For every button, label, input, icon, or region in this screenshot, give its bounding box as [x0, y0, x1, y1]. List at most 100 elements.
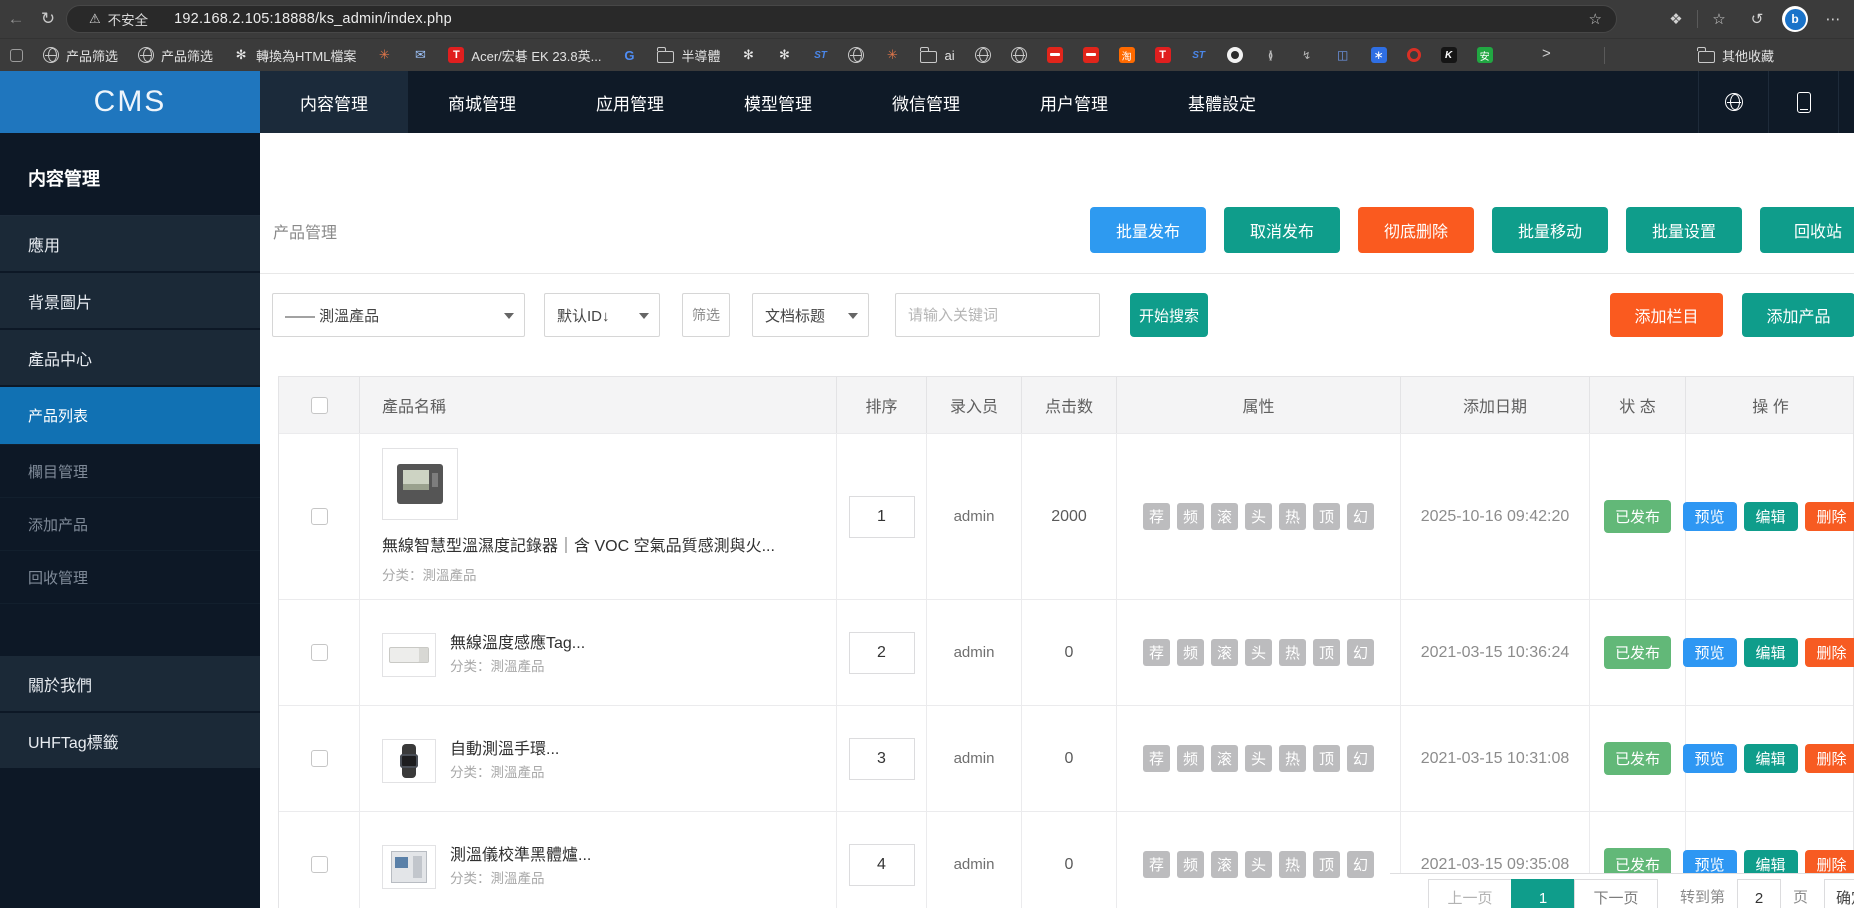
attr-badge[interactable]: 热	[1279, 639, 1306, 666]
edit-button[interactable]: 编辑	[1744, 744, 1798, 773]
product-thumbnail[interactable]	[382, 739, 436, 783]
bookmark-item[interactable]: ✉	[402, 39, 438, 71]
other-bookmarks-folder[interactable]: 其他收藏	[1688, 39, 1784, 72]
bookmark-item[interactable]	[1073, 39, 1109, 71]
attr-badge[interactable]: 顶	[1313, 503, 1340, 530]
sort-input[interactable]	[849, 844, 915, 886]
bookmark-item[interactable]: ✳	[874, 39, 910, 71]
attr-badge[interactable]: 滚	[1211, 851, 1238, 878]
nav-tab[interactable]: 内容管理	[260, 71, 408, 133]
bookmark-item[interactable]: ✳	[366, 39, 402, 71]
attr-badge[interactable]: 幻	[1347, 503, 1374, 530]
sort-input[interactable]	[849, 738, 915, 780]
product-thumbnail[interactable]	[382, 633, 436, 677]
nav-tab[interactable]: 用户管理	[1000, 71, 1148, 133]
bookmark-item[interactable]: ↯	[1289, 39, 1325, 71]
nav-tab[interactable]: 商城管理	[408, 71, 556, 133]
add-category-button[interactable]: 添加栏目	[1610, 293, 1723, 337]
bookmark-item[interactable]	[1037, 39, 1073, 71]
sidebar-group[interactable]: 關於我們	[0, 656, 260, 713]
attr-badge[interactable]: 热	[1279, 851, 1306, 878]
attr-badge[interactable]: 滚	[1211, 503, 1238, 530]
attr-badge[interactable]: 频	[1177, 639, 1204, 666]
row-checkbox[interactable]	[311, 644, 328, 661]
prev-page-button[interactable]: 上一页	[1428, 879, 1512, 908]
goto-confirm-button[interactable]: 确定	[1824, 879, 1854, 908]
search-button[interactable]: 开始搜索	[1130, 293, 1208, 337]
back-icon[interactable]: ←	[0, 9, 32, 29]
product-title[interactable]: 測溫儀校準黑體爐...	[450, 847, 591, 864]
delete-button[interactable]: 删除	[1805, 744, 1854, 773]
sort-input[interactable]	[849, 632, 915, 674]
attr-badge[interactable]: 荐	[1143, 745, 1170, 772]
attr-badge[interactable]: 顶	[1313, 639, 1340, 666]
attr-badge[interactable]: 头	[1245, 639, 1272, 666]
add-product-button[interactable]: 添加产品	[1742, 293, 1854, 337]
sidebar-subitem[interactable]: 回收管理	[0, 551, 260, 604]
sidebar-subitem[interactable]: 产品列表	[0, 387, 260, 445]
bookmark-item[interactable]	[838, 39, 874, 71]
keyword-input[interactable]	[895, 293, 1100, 337]
product-title[interactable]: 無線溫度感應Tag...	[450, 635, 585, 652]
attr-badge[interactable]: 频	[1177, 745, 1204, 772]
sidebar-group[interactable]: 背景圖片	[0, 273, 260, 330]
bulk-action-button[interactable]: 回收站	[1760, 207, 1854, 253]
bookmark-item[interactable]: K	[1431, 39, 1467, 71]
attr-badge[interactable]: 头	[1245, 503, 1272, 530]
select-all-checkbox[interactable]	[311, 397, 328, 414]
sidebar-subitem[interactable]: 欄目管理	[0, 445, 260, 498]
bookmark-item[interactable]: ✻	[766, 39, 802, 71]
attr-badge[interactable]: 滚	[1211, 639, 1238, 666]
attr-badge[interactable]: 热	[1279, 745, 1306, 772]
attr-badge[interactable]: 顶	[1313, 851, 1340, 878]
attr-badge[interactable]: 顶	[1313, 745, 1340, 772]
bulk-action-button[interactable]: 批量发布	[1090, 207, 1206, 253]
attr-badge[interactable]: 头	[1245, 745, 1272, 772]
bulk-action-button[interactable]: 取消发布	[1224, 207, 1340, 253]
bookmark-item[interactable]	[965, 39, 1001, 71]
attr-badge[interactable]: 荐	[1143, 851, 1170, 878]
nav-tab[interactable]: 应用管理	[556, 71, 704, 133]
attr-badge[interactable]: 幻	[1347, 745, 1374, 772]
attr-badge[interactable]: 滚	[1211, 745, 1238, 772]
bookmark-item[interactable]: 产品筛选	[33, 39, 128, 71]
sidebar-group[interactable]: 產品中心	[0, 330, 260, 387]
category-select[interactable]: —— 測溫產品	[272, 293, 525, 337]
mobile-view-button[interactable]	[1768, 71, 1838, 133]
bookmark-item[interactable]: ✻	[730, 39, 766, 71]
bookmark-item[interactable]	[1217, 39, 1253, 71]
bookmark-item[interactable]	[1397, 39, 1431, 71]
bookmark-item[interactable]: ✻ 轉換為HTML檔案	[223, 39, 366, 71]
preview-button[interactable]: 预览	[1683, 638, 1737, 667]
nav-tab[interactable]: 微信管理	[852, 71, 1000, 133]
row-checkbox[interactable]	[311, 508, 328, 525]
product-thumbnail[interactable]	[382, 448, 458, 520]
url-text[interactable]: 192.168.2.105:18888/ks_admin/index.php	[174, 11, 452, 27]
nav-tab[interactable]: 模型管理	[704, 71, 852, 133]
delete-button[interactable]: 删除	[1805, 502, 1854, 531]
attr-badge[interactable]: 荐	[1143, 639, 1170, 666]
bookmark-item[interactable]: ai	[910, 39, 964, 71]
product-title[interactable]: 自動測溫手環...	[450, 741, 559, 758]
row-checkbox[interactable]	[311, 750, 328, 767]
bulk-action-button[interactable]: 批量设置	[1626, 207, 1742, 253]
delete-button[interactable]: 删除	[1805, 638, 1854, 667]
preview-button[interactable]: 预览	[1683, 502, 1737, 531]
menu-icon[interactable]: ⋯	[1814, 10, 1852, 28]
row-checkbox[interactable]	[311, 856, 328, 873]
bookmark-item[interactable]	[1001, 39, 1037, 71]
language-button[interactable]	[1698, 71, 1768, 133]
bookmark-item[interactable]: ∗	[1361, 39, 1397, 71]
profile-avatar[interactable]: b	[1782, 6, 1808, 32]
sidebar-group[interactable]: 應用	[0, 216, 260, 273]
refresh-icon[interactable]: ↻	[32, 9, 64, 29]
favorites-icon[interactable]: ☆	[1700, 10, 1738, 28]
app-logo[interactable]: CMS	[0, 71, 260, 133]
bookmark-item[interactable]: ST	[1181, 39, 1217, 71]
edit-button[interactable]: 编辑	[1744, 502, 1798, 531]
bookmark-item[interactable]: ST	[802, 39, 838, 71]
attr-badge[interactable]: 幻	[1347, 639, 1374, 666]
sidebar-subitem[interactable]: 添加产品	[0, 498, 260, 551]
bulk-action-button[interactable]: 批量移动	[1492, 207, 1608, 253]
attr-badge[interactable]: 频	[1177, 503, 1204, 530]
